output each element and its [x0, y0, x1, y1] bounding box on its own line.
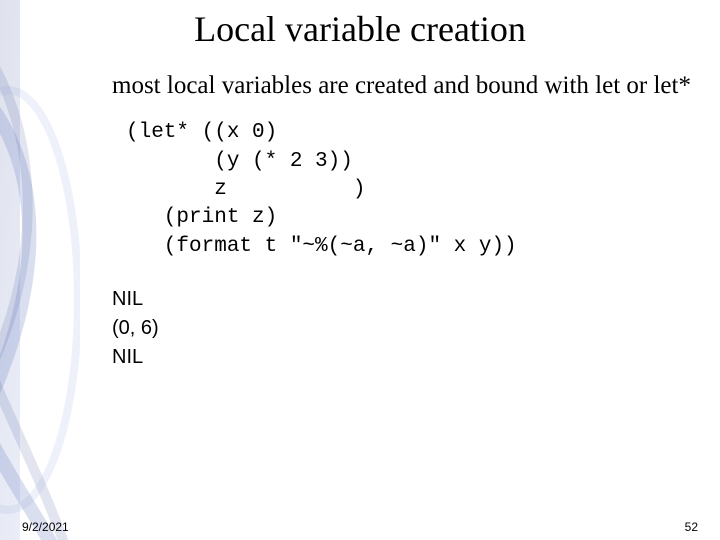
footer-page-number: 52: [685, 520, 698, 534]
slide: Local variable creation most local varia…: [0, 0, 720, 540]
footer-date: 9/2/2021: [22, 520, 69, 534]
footer: 9/2/2021 52: [0, 520, 720, 534]
output-block: NIL (0, 6) NIL: [112, 285, 700, 372]
slide-title: Local variable creation: [20, 8, 700, 50]
body-text: most local variables are created and bou…: [112, 70, 700, 101]
code-block: (let* ((x 0) (y (* 2 3)) z ) (print z) (…: [126, 119, 700, 261]
